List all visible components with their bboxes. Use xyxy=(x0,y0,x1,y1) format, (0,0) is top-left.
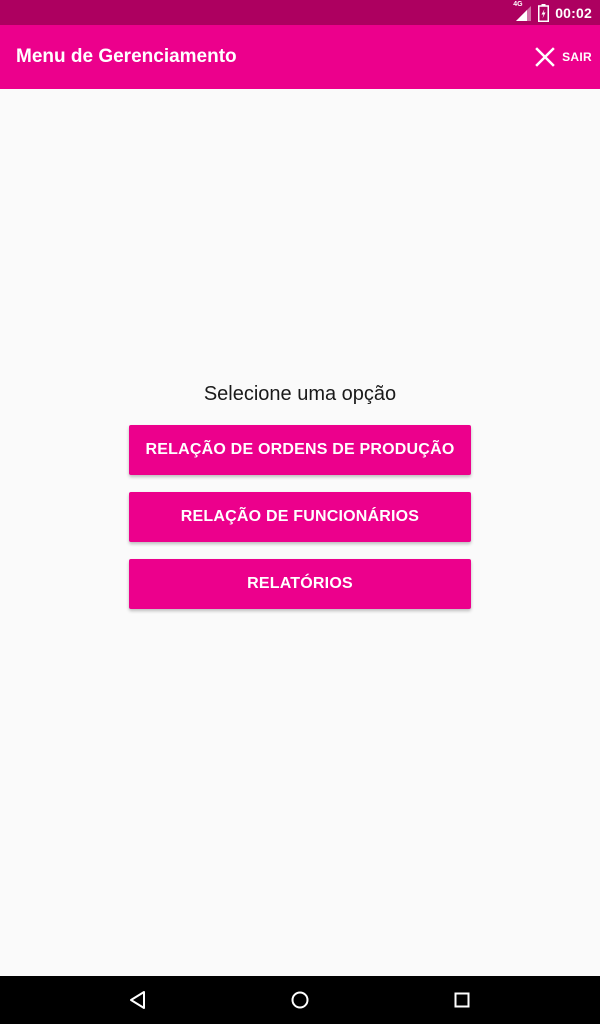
production-orders-button[interactable]: RELAÇÃO DE ORDENS DE PRODUÇÃO xyxy=(129,425,471,475)
sair-button[interactable]: SAIR xyxy=(534,25,592,89)
select-option-prompt: Selecione uma opção xyxy=(203,383,397,405)
back-icon xyxy=(130,991,145,1009)
navigation-bar xyxy=(0,976,600,1024)
signal-icon: 4G xyxy=(513,0,532,22)
battery-icon xyxy=(538,3,550,22)
home-button[interactable] xyxy=(270,976,330,1024)
recents-button[interactable] xyxy=(432,976,492,1024)
screen: 4G 00:02 Menu de Gerenciamento SAIR Sele… xyxy=(0,0,600,1024)
status-icons: 4G 00:02 xyxy=(513,0,592,25)
network-type-label: 4G xyxy=(513,0,523,8)
home-icon xyxy=(291,991,309,1009)
close-icon xyxy=(535,47,555,67)
back-button[interactable] xyxy=(108,976,168,1024)
sair-label: SAIR xyxy=(562,50,592,64)
page-title: Menu de Gerenciamento xyxy=(16,46,237,67)
status-bar: 4G 00:02 xyxy=(0,0,600,25)
status-time: 00:02 xyxy=(555,4,592,21)
app-bar: Menu de Gerenciamento SAIR xyxy=(0,25,600,89)
employees-button[interactable]: RELAÇÃO DE FUNCIONÁRIOS xyxy=(129,492,471,542)
recents-icon xyxy=(454,992,470,1008)
reports-button[interactable]: RELATÓRIOS xyxy=(129,559,471,609)
